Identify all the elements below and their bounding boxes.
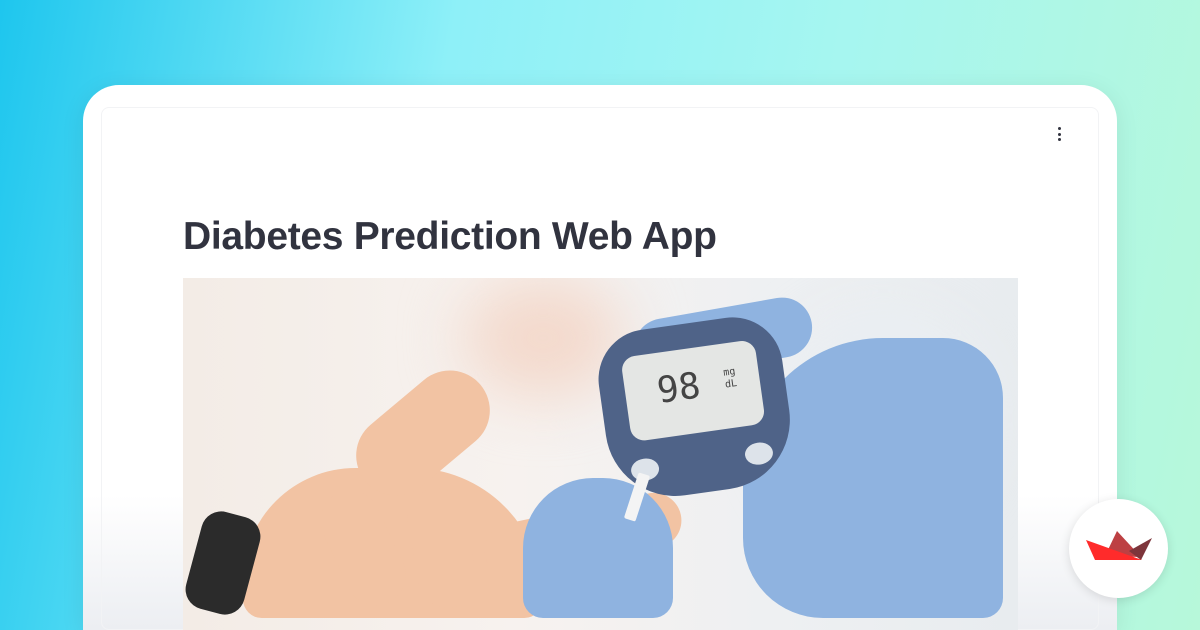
streamlit-logo xyxy=(1069,499,1168,598)
app-card: Diabetes Prediction Web App 98 mg dL xyxy=(83,85,1117,630)
meter-button-right xyxy=(743,440,775,467)
header-image: 98 mg dL xyxy=(183,278,1018,630)
reading-value: 98 xyxy=(654,365,704,412)
main-menu-button[interactable] xyxy=(1051,125,1067,143)
reading-unit: mg dL xyxy=(723,366,738,391)
reading-unit-top: mg xyxy=(722,366,737,379)
reading-unit-bottom: dL xyxy=(724,378,738,391)
page-title: Diabetes Prediction Web App xyxy=(183,215,717,258)
crown-icon xyxy=(1085,530,1152,560)
meter-screen: 98 mg dL xyxy=(620,339,766,443)
